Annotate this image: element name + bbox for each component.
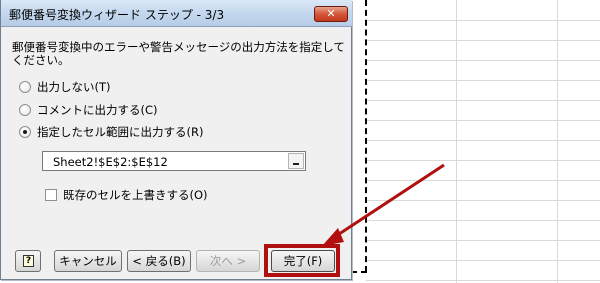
- arrow-shaft: [332, 163, 445, 240]
- annotation-arrow: [322, 163, 445, 246]
- arrow-head: [322, 228, 344, 246]
